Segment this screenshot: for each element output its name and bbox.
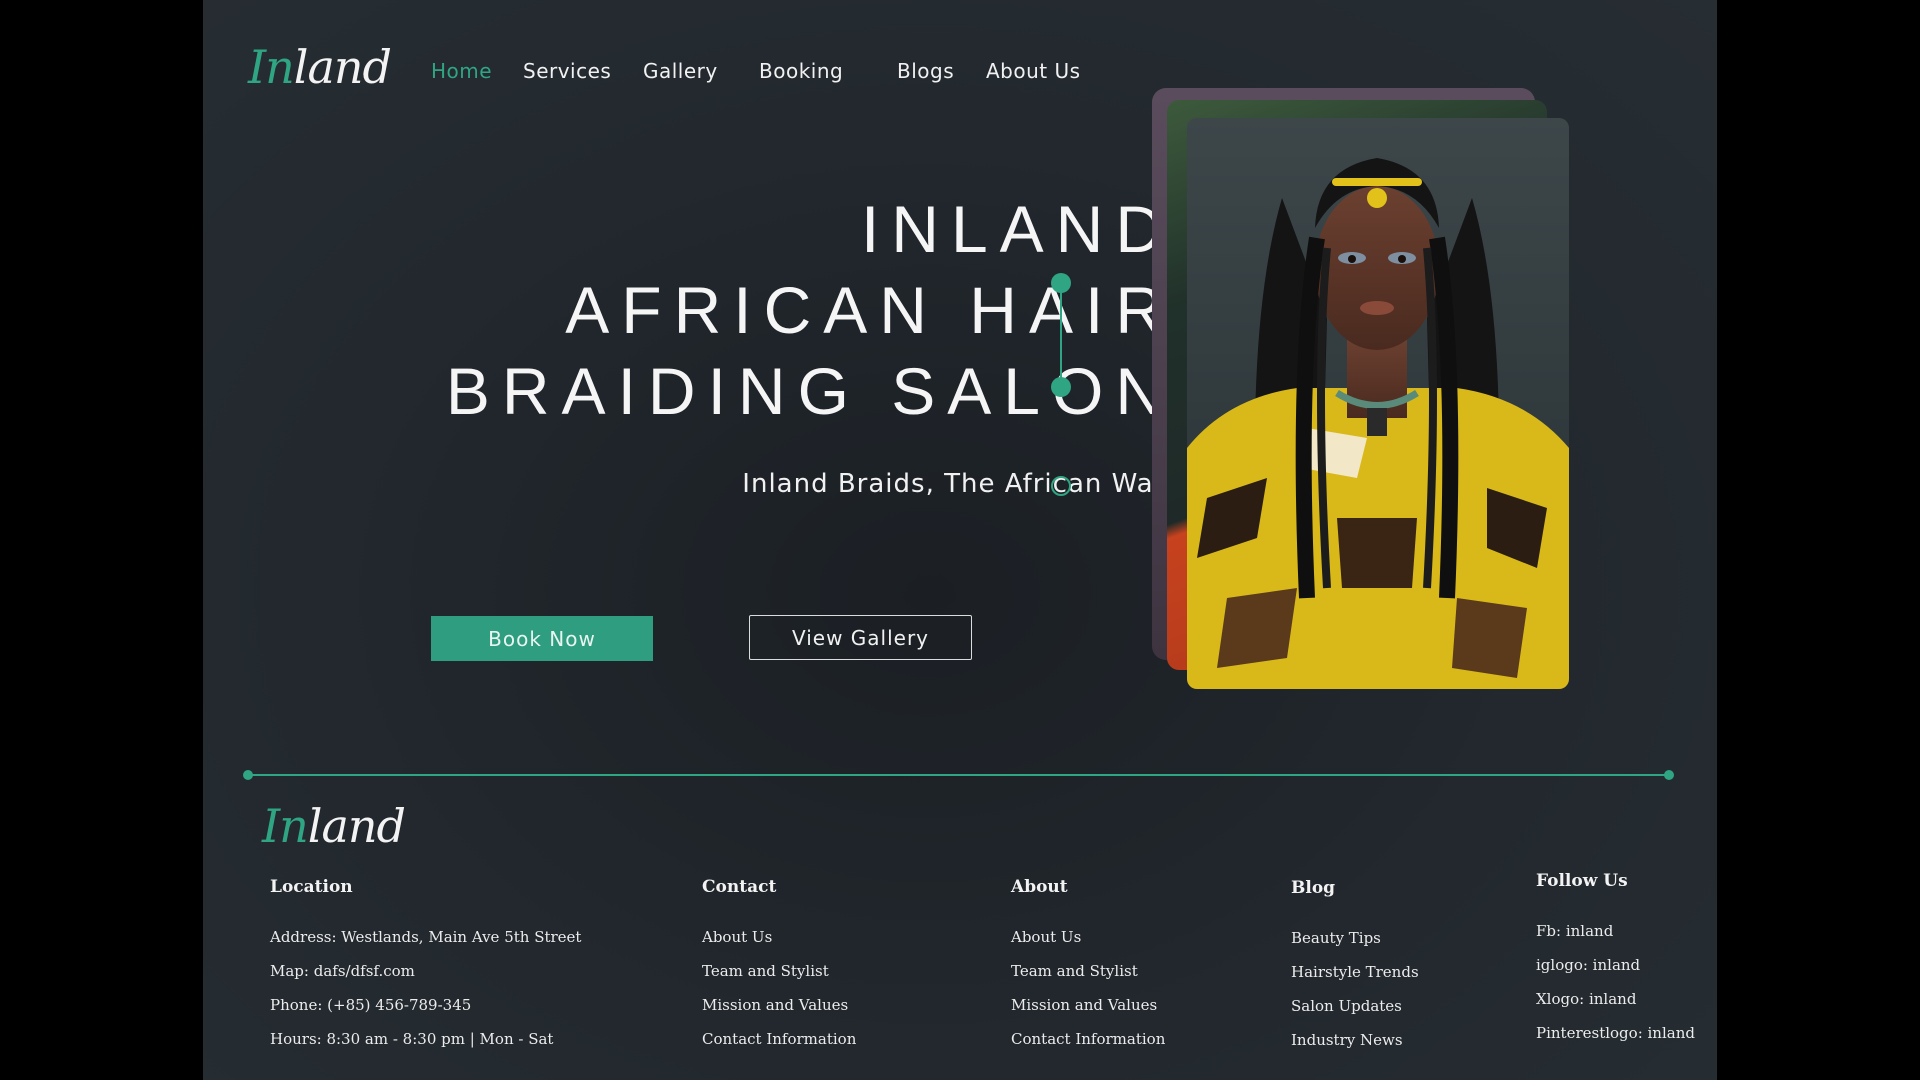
footer-phone[interactable]: Phone: (+85) 456-789-345 <box>270 996 471 1014</box>
footer-logo[interactable]: Inland <box>262 803 406 849</box>
footer-about-link[interactable]: Contact Information <box>1011 1030 1165 1048</box>
footer-contact-heading: Contact <box>702 877 777 897</box>
footer-location-heading: Location <box>270 877 353 897</box>
footer-about-link[interactable]: About Us <box>1011 928 1081 946</box>
footer-hours: Hours: 8:30 am - 8:30 pm | Mon - Sat <box>270 1030 554 1048</box>
brand-logo[interactable]: Inland <box>248 44 392 90</box>
footer-blog-heading: Blog <box>1291 878 1336 898</box>
divider-dot-right <box>1664 770 1674 780</box>
portrait-illustration <box>1187 158 1569 689</box>
hero-title-line-2: AFRICAN HAIR <box>565 273 1175 347</box>
hero-title-line-1: INLAND <box>860 192 1175 266</box>
footer-contact-link[interactable]: About Us <box>702 928 772 946</box>
footer-address: Address: Westlands, Main Ave 5th Street <box>270 928 582 946</box>
logo-accent-text: In <box>248 40 295 94</box>
logo-text: land <box>307 799 406 853</box>
footer-contact-link[interactable]: Team and Stylist <box>702 962 829 980</box>
nav-booking[interactable]: Booking <box>759 59 843 83</box>
nav-home[interactable]: Home <box>431 59 492 83</box>
footer-social-facebook[interactable]: Fb: inland <box>1536 922 1613 940</box>
logo-text: land <box>293 40 392 94</box>
indicator-dot-top <box>1051 273 1071 293</box>
nav-blogs[interactable]: Blogs <box>897 59 954 83</box>
footer-blog-link[interactable]: Beauty Tips <box>1291 929 1381 947</box>
hero-portrait-image <box>1187 118 1569 689</box>
nav-gallery[interactable]: Gallery <box>643 59 718 83</box>
footer-social-instagram[interactable]: iglogo: inland <box>1536 956 1640 974</box>
logo-accent-text: In <box>262 799 309 853</box>
indicator-ring[interactable] <box>1051 476 1071 496</box>
divider-dot-left <box>243 770 253 780</box>
footer-blog-link[interactable]: Industry News <box>1291 1031 1403 1049</box>
footer-about-link[interactable]: Team and Stylist <box>1011 962 1138 980</box>
view-gallery-button[interactable]: View Gallery <box>749 615 972 660</box>
footer-blog-link[interactable]: Salon Updates <box>1291 997 1402 1015</box>
landing-page: Inland Home Services Gallery Booking Blo… <box>203 0 1717 1080</box>
footer-map-link[interactable]: Map: dafs/dfsf.com <box>270 962 415 980</box>
footer-about-heading: About <box>1011 877 1068 897</box>
nav-services[interactable]: Services <box>523 59 611 83</box>
footer-divider <box>248 774 1668 776</box>
footer-about-link[interactable]: Mission and Values <box>1011 996 1157 1014</box>
indicator-line <box>1060 283 1062 387</box>
footer-follow-heading: Follow Us <box>1536 871 1628 891</box>
nav-about-us[interactable]: About Us <box>986 59 1081 83</box>
footer-social-x[interactable]: Xlogo: inland <box>1536 990 1636 1008</box>
footer-social-pinterest[interactable]: Pinterestlogo: inland <box>1536 1024 1695 1042</box>
indicator-dot-bottom <box>1051 377 1071 397</box>
footer-contact-link[interactable]: Mission and Values <box>702 996 848 1014</box>
book-now-button[interactable]: Book Now <box>431 616 653 661</box>
footer-contact-link[interactable]: Contact Information <box>702 1030 856 1048</box>
footer-blog-link[interactable]: Hairstyle Trends <box>1291 963 1419 981</box>
hero-tagline: Inland Braids, The African Way <box>742 469 1170 499</box>
